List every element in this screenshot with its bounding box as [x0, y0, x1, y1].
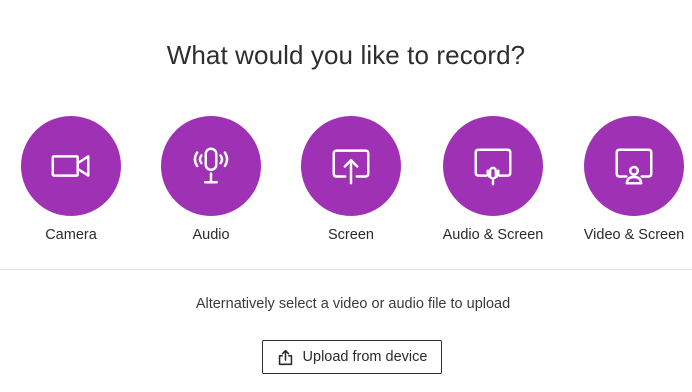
option-camera[interactable]: Camera	[6, 116, 136, 246]
audio-option-button[interactable]	[161, 116, 261, 216]
screen-person-icon	[615, 148, 653, 185]
option-video-and-screen[interactable]: Video & Screen	[569, 116, 692, 246]
option-audio-and-screen[interactable]: Audio & Screen	[428, 116, 558, 246]
option-screen[interactable]: Screen	[286, 116, 416, 246]
section-divider	[0, 269, 692, 270]
upload-icon	[278, 349, 292, 365]
page-title: What would you like to record?	[166, 40, 526, 70]
screen-microphone-icon	[474, 148, 512, 186]
record-options: Camera Audio Screen Audio & Screen Video…	[0, 116, 692, 246]
screen-share-icon	[332, 149, 370, 185]
camera-icon	[51, 155, 90, 177]
option-audio[interactable]: Audio	[146, 116, 276, 246]
video-screen-option-button[interactable]	[584, 116, 684, 216]
microphone-icon	[193, 147, 229, 184]
audio-screen-option-button[interactable]	[443, 116, 543, 216]
upload-from-device-button[interactable]: Upload from device	[262, 340, 442, 374]
screen-option-button[interactable]	[301, 116, 401, 216]
record-picker-page: What would you like to record? Camera Au…	[0, 0, 692, 392]
upload-button-label: Upload from device	[302, 349, 428, 365]
upload-hint-text: Alternatively select a video or audio fi…	[195, 296, 511, 312]
option-label-video-and-screen: Video & Screen	[583, 227, 685, 243]
camera-option-button[interactable]	[21, 116, 121, 216]
